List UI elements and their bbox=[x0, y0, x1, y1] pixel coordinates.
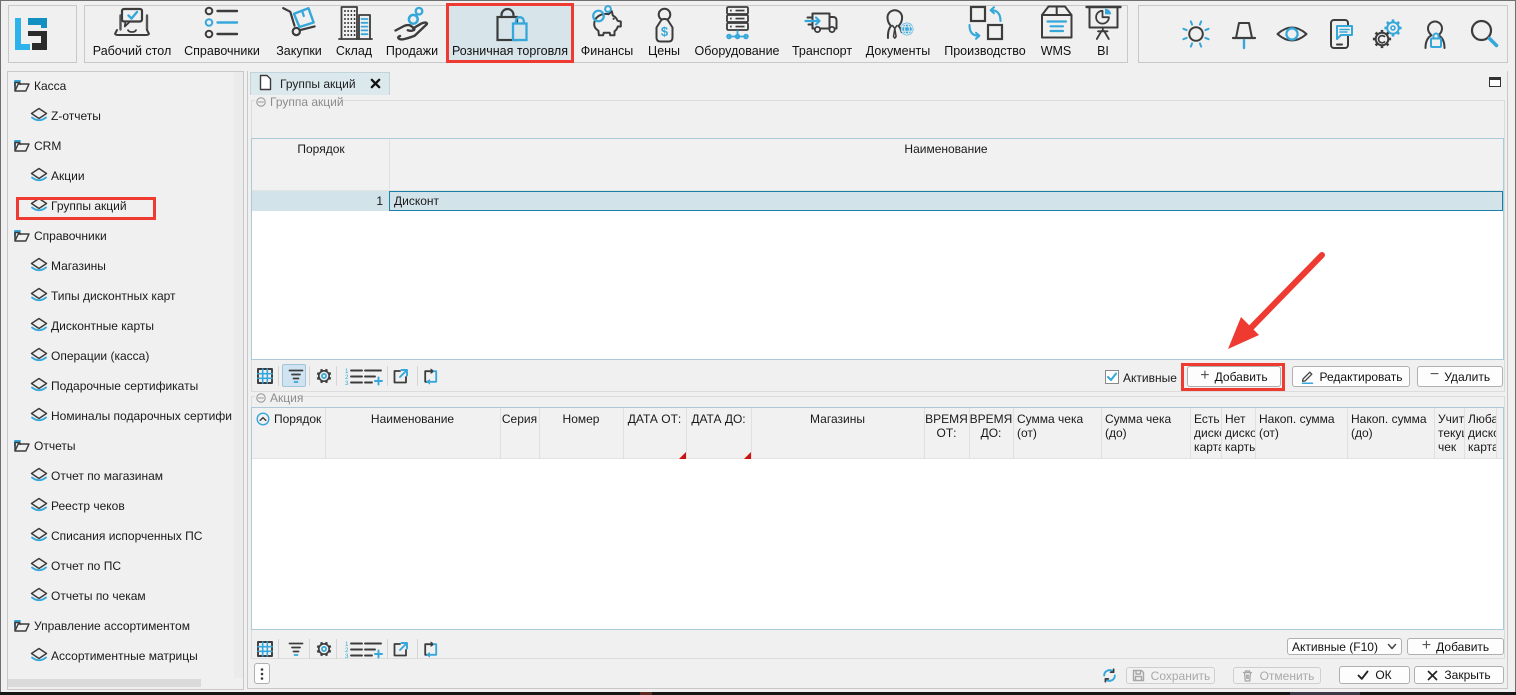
svg-text:$: $ bbox=[661, 24, 669, 39]
svg-text:3: 3 bbox=[345, 653, 349, 659]
svg-text:3: 3 bbox=[345, 380, 349, 386]
